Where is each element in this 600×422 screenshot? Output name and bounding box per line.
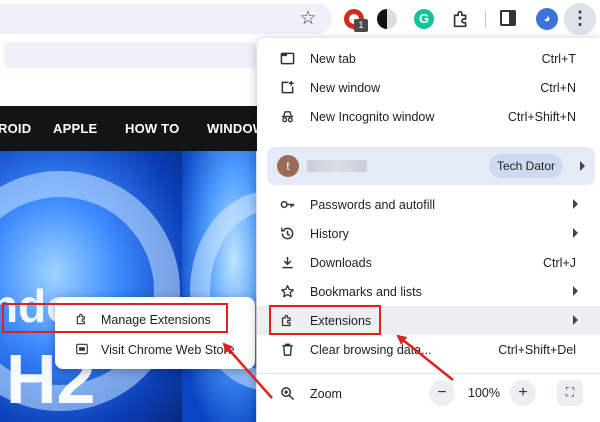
extensions-puzzle-icon[interactable] <box>450 8 472 30</box>
menu-item-history[interactable]: History <box>257 219 600 248</box>
browser-toolbar: ☆ 1 G ◕ ⋮ <box>0 0 600 38</box>
menu-item-label: Bookmarks and lists <box>310 285 422 299</box>
web-store-icon <box>76 343 88 355</box>
highlight-box-extensions <box>269 305 381 335</box>
menu-item-label: Clear browsing data... <box>310 343 432 357</box>
profile-name-blurred <box>307 160 367 172</box>
site-nav-item[interactable]: HOW TO <box>125 121 179 136</box>
menu-item-bookmarks[interactable]: Bookmarks and lists <box>257 277 600 306</box>
menu-item-label: History <box>310 227 349 241</box>
menu-item-shortcut: Ctrl+Shift+N <box>507 110 576 124</box>
menu-divider <box>257 373 600 374</box>
profile-row[interactable]: t Tech Dator <box>267 147 595 185</box>
star-icon <box>281 285 294 298</box>
menu-item-label: Downloads <box>310 256 372 270</box>
menu-item-shortcut: Ctrl+Shift+Del <box>498 343 576 357</box>
chevron-right-icon <box>573 228 578 238</box>
download-icon <box>282 256 293 269</box>
menu-item-clear-browsing-data[interactable]: Clear browsing data... Ctrl+Shift+Del <box>257 335 600 364</box>
site-nav-item[interactable]: ROID <box>0 121 31 136</box>
extension-badge: 1 <box>354 19 368 32</box>
address-bar[interactable] <box>0 4 332 34</box>
toolbar-divider <box>485 10 486 28</box>
new-tab-icon <box>280 52 295 65</box>
menu-item-shortcut: Ctrl+T <box>541 52 576 66</box>
menu-item-shortcut: Ctrl+J <box>543 256 576 270</box>
side-panel-icon[interactable] <box>500 10 516 26</box>
zoom-label: Zoom <box>310 387 342 401</box>
menu-item-label: New window <box>310 81 381 95</box>
profile-avatar-icon[interactable]: ◕ <box>536 8 558 30</box>
droplet-extension-icon[interactable] <box>377 9 397 29</box>
zoom-out-button[interactable]: − <box>429 380 455 406</box>
bookmark-star-icon[interactable]: ☆ <box>296 7 320 31</box>
hero-image[interactable]: ndows H2 <box>0 151 256 422</box>
zoom-in-button[interactable]: + <box>510 380 536 406</box>
chevron-right-icon <box>573 315 578 325</box>
zoom-icon <box>281 387 295 401</box>
highlight-box-manage-extensions <box>2 303 228 333</box>
menu-item-new-window[interactable]: New window Ctrl+N <box>257 73 600 102</box>
history-icon <box>281 227 294 240</box>
menu-item-incognito[interactable]: New Incognito window Ctrl+Shift+N <box>257 102 600 131</box>
menu-item-new-tab[interactable]: New tab Ctrl+T <box>257 44 600 73</box>
trash-icon <box>282 343 293 356</box>
chrome-main-menu: New tab Ctrl+T New window Ctrl+N New Inc… <box>257 38 600 422</box>
chevron-right-icon <box>580 161 585 171</box>
profile-avatar: t <box>277 155 299 177</box>
key-icon <box>280 200 295 209</box>
chrome-web-store-item[interactable]: Visit Chrome Web Store <box>55 335 255 365</box>
fullscreen-button[interactable]: ⛶ <box>557 380 583 406</box>
menu-item-label: New Incognito window <box>310 110 435 124</box>
zoom-level: 100% <box>468 386 500 400</box>
menu-item-label: Passwords and autofill <box>310 198 436 212</box>
menu-item-shortcut: Ctrl+N <box>540 81 576 95</box>
chevron-right-icon <box>573 286 578 296</box>
site-nav-item[interactable]: APPLE <box>53 121 97 136</box>
chrome-web-store-label: Visit Chrome Web Store <box>101 343 235 357</box>
more-menu-icon[interactable]: ⋮ <box>564 3 596 35</box>
menu-item-label: New tab <box>310 52 356 66</box>
profile-chip: Tech Dator <box>489 154 563 178</box>
menu-item-passwords[interactable]: Passwords and autofill <box>257 190 600 219</box>
menu-item-downloads[interactable]: Downloads Ctrl+J <box>257 248 600 277</box>
new-window-icon <box>281 80 294 94</box>
chevron-right-icon <box>573 199 578 209</box>
incognito-icon <box>281 111 294 123</box>
bookmarks-bar <box>4 42 256 68</box>
grammarly-extension-icon[interactable]: G <box>414 9 434 29</box>
